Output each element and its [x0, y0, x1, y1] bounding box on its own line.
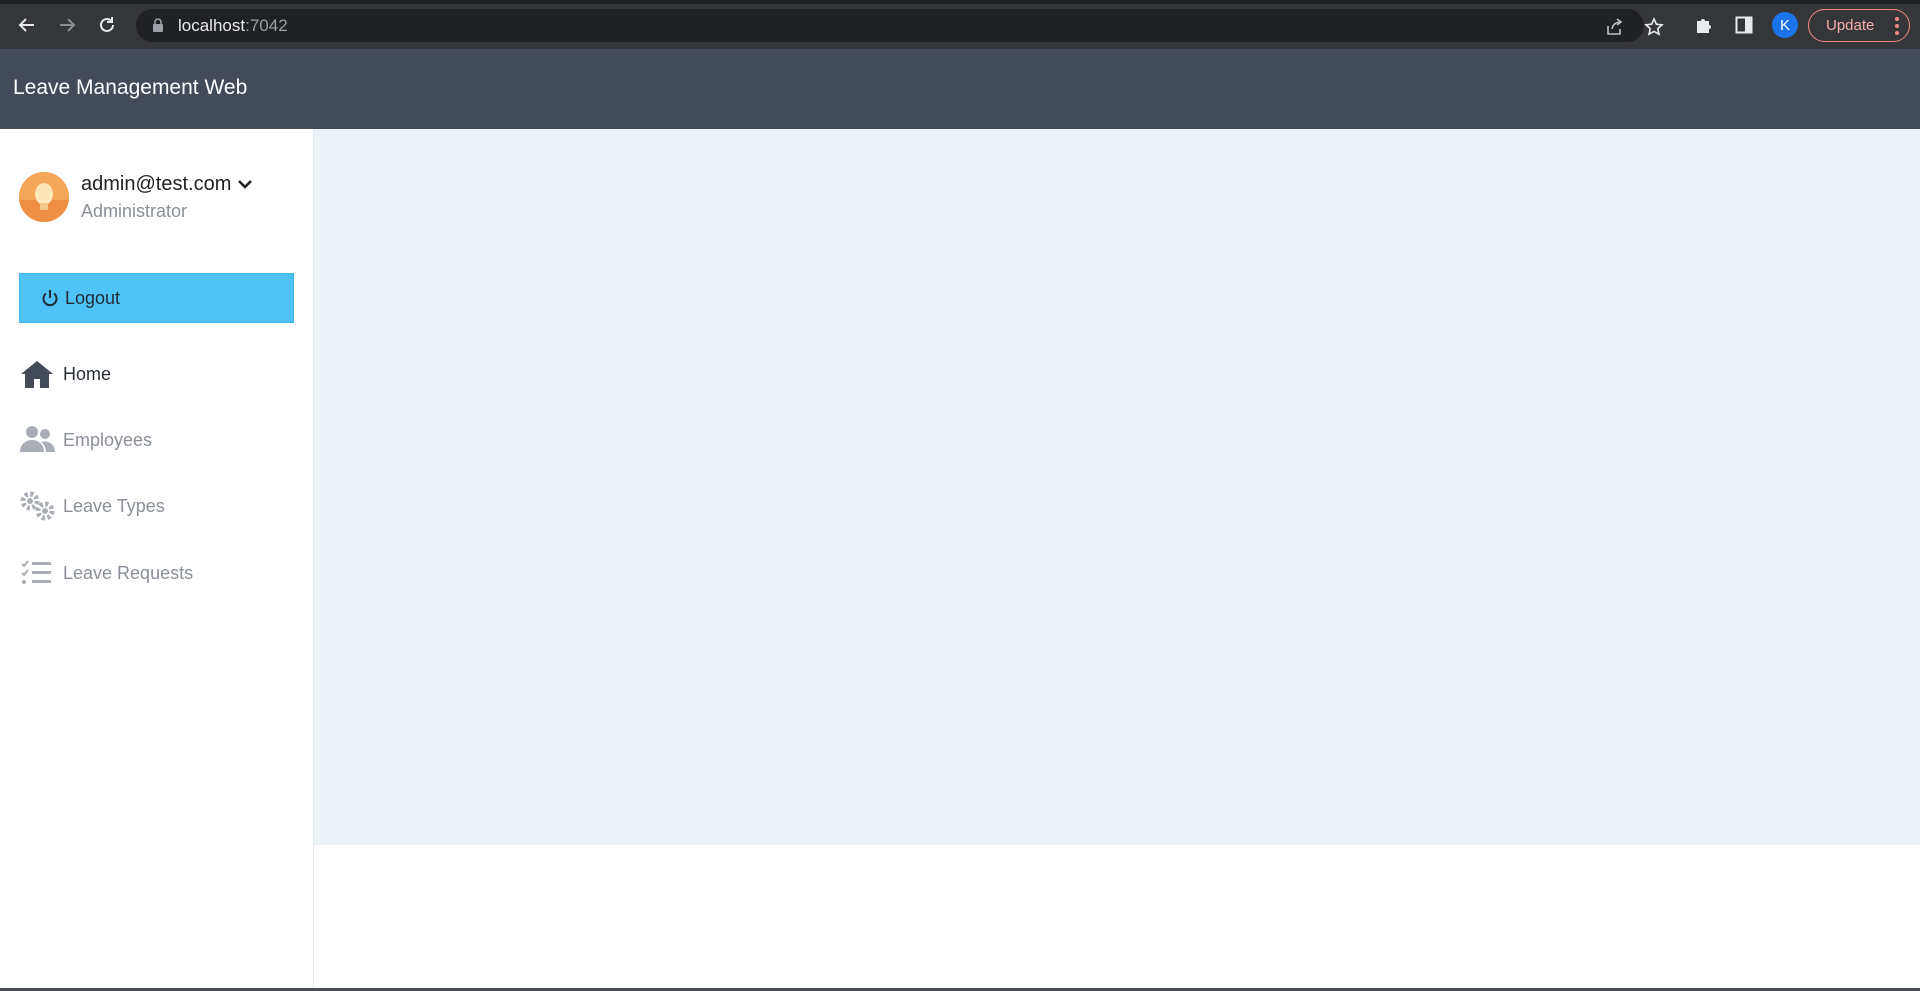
sidebar: admin@test.com Administrator Logout Home… — [0, 129, 314, 991]
arrow-left-icon — [18, 18, 34, 32]
sidebar-item-leave-types[interactable]: Leave Types — [19, 484, 299, 528]
update-label: Update — [1826, 17, 1875, 34]
lock-icon — [153, 18, 163, 32]
chevron-down-icon[interactable] — [237, 178, 253, 190]
list-check-icon — [19, 559, 63, 587]
extensions-button[interactable] — [1691, 12, 1717, 38]
sidebar-item-label: Employees — [63, 429, 153, 450]
url-port: :7042 — [245, 16, 288, 35]
app-title[interactable]: Leave Management Web — [13, 76, 247, 100]
puzzle-icon — [1697, 19, 1711, 33]
forward-button[interactable] — [53, 11, 81, 39]
tab-strip — [0, 0, 1920, 4]
users-icon — [19, 424, 63, 456]
url-text: localhost:7042 — [178, 16, 288, 36]
url-host: localhost — [178, 16, 246, 35]
logout-label: Logout — [65, 287, 121, 308]
side-panel-icon — [1735, 16, 1753, 34]
reload-icon — [100, 17, 114, 32]
power-icon — [42, 290, 58, 307]
sidebar-item-leave-requests[interactable]: Leave Requests — [19, 551, 299, 595]
main-content — [314, 129, 1920, 845]
profile-avatar[interactable]: K — [1772, 12, 1798, 38]
more-vert-icon — [1895, 17, 1899, 35]
sidebar-item-label: Leave Types — [63, 495, 165, 516]
sidebar-item-label: Leave Requests — [63, 562, 194, 583]
share-icon[interactable] — [1604, 17, 1624, 37]
update-button[interactable]: Update — [1808, 9, 1910, 42]
sidebar-item-employees[interactable]: Employees — [19, 418, 299, 462]
logout-button[interactable]: Logout — [19, 273, 294, 323]
address-bar[interactable]: localhost:7042 — [136, 9, 1664, 42]
star-icon[interactable] — [1644, 17, 1664, 37]
browser-toolbar: localhost:7042 K Update — [0, 0, 1920, 49]
user-role: Administrator — [81, 201, 188, 221]
sidebar-item-home[interactable]: Home — [19, 352, 299, 396]
side-panel-button[interactable] — [1731, 12, 1757, 38]
reload-button[interactable] — [93, 11, 121, 39]
sidebar-item-label: Home — [63, 363, 112, 384]
arrow-right-icon — [60, 18, 76, 32]
avatar[interactable] — [19, 172, 69, 222]
main-footer-area — [314, 845, 1920, 991]
app-header: Leave Management Web — [0, 49, 1920, 129]
back-button[interactable] — [13, 11, 41, 39]
user-email[interactable]: admin@test.com — [81, 173, 231, 196]
home-icon — [19, 359, 63, 389]
user-avatar-icon — [19, 172, 69, 222]
gears-icon — [19, 490, 63, 522]
